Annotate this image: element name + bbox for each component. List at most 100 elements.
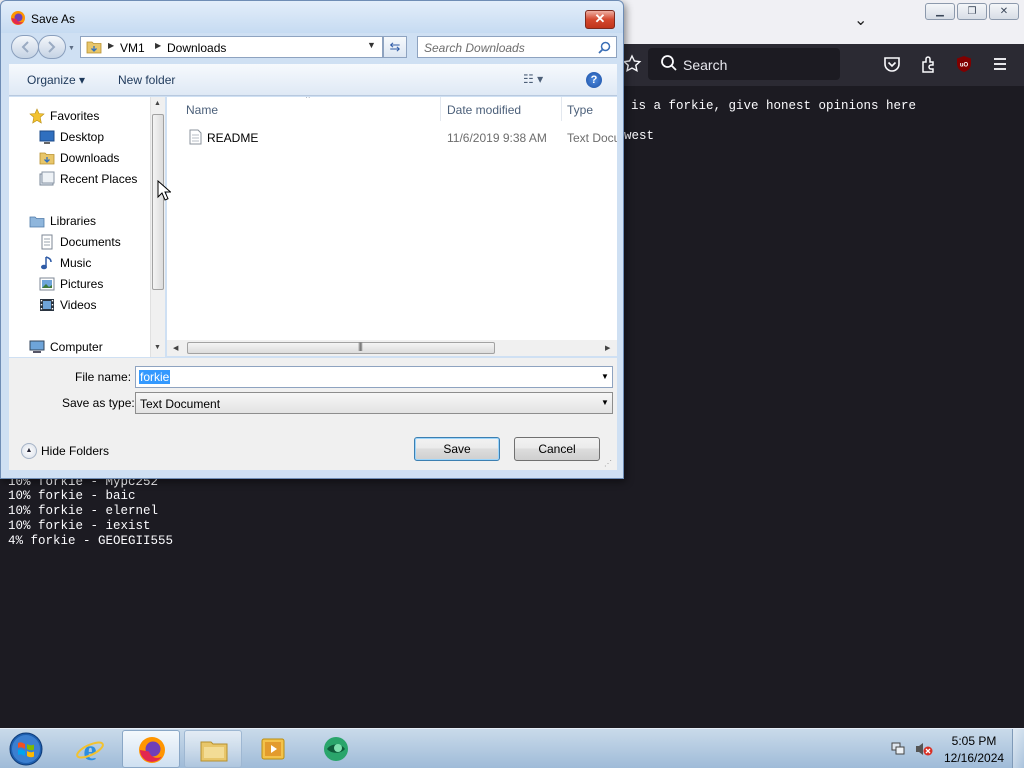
column-header-name[interactable]: Name — [186, 103, 218, 117]
taskbar-file-explorer[interactable] — [184, 730, 242, 768]
recent-locations-dropdown[interactable]: ▼ — [68, 45, 75, 52]
breadcrumb-item[interactable]: VM1 — [120, 41, 145, 55]
scroll-up-icon[interactable]: ▲ — [154, 100, 161, 107]
close-button[interactable]: ✕ — [989, 3, 1019, 20]
taskbar: e 5:05 PM 12/16/2024 — [0, 728, 1024, 768]
file-type: Text Document — [567, 131, 617, 145]
search-icon — [661, 55, 677, 71]
file-list-horizontal-scrollbar[interactable]: ◀ ||| ▶ — [167, 340, 617, 356]
libraries-icon — [29, 216, 45, 228]
save-as-type-value: Text Document — [140, 397, 221, 411]
clock-date[interactable]: 12/16/2024 — [944, 751, 1004, 765]
videos-icon — [40, 299, 54, 311]
file-name: README — [207, 131, 259, 145]
documents-icon — [41, 234, 53, 250]
extensions-icon[interactable] — [919, 54, 939, 74]
organize-button[interactable]: Organize ▾ — [27, 73, 85, 87]
network-icon[interactable] — [890, 741, 906, 757]
forward-button[interactable] — [38, 35, 66, 59]
scroll-left-icon[interactable]: ◀ — [173, 344, 178, 352]
refresh-button[interactable]: ⇆ — [383, 36, 407, 58]
page-text-line: 10% forkie - elernel — [8, 504, 159, 518]
chevron-down-icon: ▼ — [601, 398, 609, 407]
column-divider[interactable] — [561, 97, 562, 121]
arrow-left-icon — [21, 41, 29, 53]
bookmark-star-icon[interactable] — [622, 54, 642, 74]
folder-icon — [200, 741, 228, 762]
file-row[interactable]: README 11/6/2019 9:38 AM Text Document — [167, 127, 617, 147]
sort-indicator-icon: ^ — [306, 97, 310, 103]
save-options-panel: File name: forkie ▼ Save as type: Text D… — [9, 358, 617, 470]
nav-label: Desktop — [60, 130, 105, 144]
downloads-folder-icon — [39, 152, 55, 165]
firefox-icon — [11, 11, 25, 25]
svg-text:uO: uO — [960, 63, 969, 69]
star-icon — [29, 108, 45, 124]
pictures-icon — [39, 277, 55, 291]
search-placeholder: Search Downloads — [424, 41, 525, 55]
address-dropdown-icon[interactable]: ▼ — [367, 40, 376, 50]
ublock-icon[interactable]: uO — [954, 54, 974, 74]
navigation-scrollbar[interactable]: ▲ ▼ — [150, 97, 165, 357]
music-icon — [41, 256, 52, 270]
column-header-type[interactable]: Type — [567, 103, 593, 117]
search-icon — [598, 41, 611, 54]
save-as-type-select[interactable]: Text Document ▼ — [135, 392, 613, 414]
pocket-icon[interactable] — [882, 54, 902, 74]
breadcrumb-separator-icon[interactable]: ▶ — [108, 41, 114, 50]
file-list: ^ Name Date modified Type README 11/6/20… — [167, 97, 617, 340]
resize-grip-icon[interactable]: ⋰ — [604, 459, 612, 468]
hamburger-menu-icon[interactable] — [990, 54, 1010, 74]
page-text-line: 10% forkie - iexist — [8, 519, 151, 533]
save-as-type-label: Save as type: — [62, 396, 135, 410]
new-folder-button[interactable]: New folder — [118, 73, 175, 87]
save-as-dialog: Save As ✕ ▼ ▶ VM1 ▶ Downloads ▼ ⇆ Search… — [0, 0, 624, 479]
page-text-line: 4% forkie - GEOEGII555 — [8, 534, 174, 548]
start-button[interactable] — [6, 730, 46, 768]
file-name-input[interactable]: forkie ▼ — [135, 366, 613, 388]
restore-button[interactable]: ❐ — [957, 3, 987, 20]
dialog-close-button[interactable]: ✕ — [585, 10, 615, 29]
save-button[interactable]: Save — [414, 437, 500, 461]
text-file-icon — [189, 129, 202, 145]
minimize-button[interactable]: ▁ — [925, 3, 955, 20]
scroll-down-icon[interactable]: ▼ — [154, 344, 161, 351]
recent-places-icon — [39, 171, 55, 186]
folder-icon — [86, 41, 102, 54]
taskbar-firefox[interactable] — [122, 730, 180, 768]
column-header-date-modified[interactable]: Date modified — [447, 103, 521, 117]
chevron-down-icon[interactable]: ▼ — [601, 372, 609, 381]
search-downloads-input[interactable]: Search Downloads — [417, 36, 617, 58]
toolbar-search-placeholder: Search — [683, 57, 728, 73]
back-button[interactable] — [11, 35, 39, 59]
taskbar-app[interactable] — [307, 730, 365, 768]
file-name-label: File name: — [75, 370, 132, 384]
breadcrumb-item[interactable]: Downloads — [167, 41, 226, 55]
toolbar-search-box[interactable]: Search — [648, 48, 840, 80]
nav-label: Computer — [50, 340, 103, 354]
help-icon[interactable]: ? — [586, 72, 602, 88]
volume-muted-icon[interactable] — [915, 741, 933, 757]
clock-time[interactable]: 5:05 PM — [944, 734, 1004, 748]
taskbar-media-player[interactable] — [245, 730, 303, 768]
cancel-button[interactable]: Cancel — [514, 437, 600, 461]
address-bar[interactable]: ▶ VM1 ▶ Downloads ▼ — [80, 36, 383, 58]
firefox-icon — [139, 737, 165, 763]
page-text-line: west — [624, 129, 655, 143]
scroll-grip-icon: ||| — [358, 341, 363, 351]
svg-text:e: e — [83, 734, 96, 764]
nav-label: Videos — [60, 298, 97, 312]
scroll-right-icon[interactable]: ▶ — [605, 344, 610, 352]
breadcrumb-separator-icon[interactable]: ▶ — [155, 41, 161, 50]
show-desktop-button[interactable] — [1012, 729, 1024, 768]
column-divider[interactable] — [440, 97, 441, 121]
nav-label: Downloads — [60, 151, 120, 165]
tab-list-chevron-icon[interactable]: ⌄ — [854, 10, 867, 30]
change-view-button[interactable]: ☷ ▾ — [523, 72, 559, 88]
chevron-up-icon: ▲ — [21, 443, 37, 459]
scrollbar-thumb[interactable] — [152, 114, 164, 290]
scrollbar-thumb[interactable]: ||| — [187, 341, 495, 354]
dialog-titlebar[interactable]: Save As ✕ — [1, 1, 623, 33]
taskbar-internet-explorer[interactable]: e — [61, 730, 119, 768]
file-name-value: forkie — [139, 370, 171, 384]
